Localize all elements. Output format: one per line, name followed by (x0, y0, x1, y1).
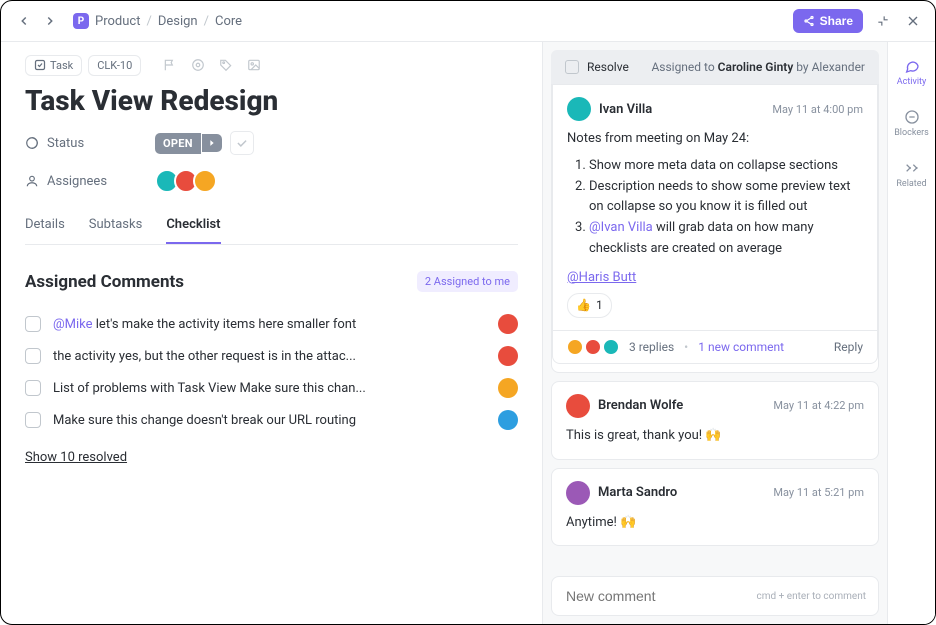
checkbox[interactable] (25, 380, 41, 396)
assigned-comment-item[interactable]: Make sure this change doesn't break our … (25, 404, 518, 436)
reply-link[interactable]: Reply (834, 340, 863, 354)
avatar (566, 394, 590, 418)
avatar (603, 339, 619, 355)
related-icon (904, 160, 920, 176)
person-icon (25, 174, 39, 188)
assigned-count-badge[interactable]: 2 Assigned to me (417, 271, 518, 292)
collapse-icon[interactable] (873, 11, 893, 31)
avatar (585, 339, 601, 355)
tab-details[interactable]: Details (25, 207, 65, 244)
breadcrumb-item[interactable]: Design (158, 14, 198, 29)
checkbox[interactable] (25, 348, 41, 364)
status-icon (25, 136, 39, 150)
avatar (567, 339, 583, 355)
image-icon[interactable] (243, 54, 265, 76)
avatar (566, 481, 590, 505)
chat-icon (904, 58, 920, 74)
breadcrumb-item[interactable]: Product (95, 14, 140, 29)
close-icon[interactable] (903, 11, 923, 31)
comment: Ivan Villa May 11 at 4:00 pm Notes from … (552, 85, 878, 331)
show-resolved-link[interactable]: Show 10 resolved (25, 450, 127, 465)
breadcrumb-item[interactable]: Core (215, 14, 242, 29)
composer-hint: cmd + enter to comment (757, 591, 866, 602)
task-icon (34, 59, 46, 71)
nav-forward-button[interactable] (39, 10, 61, 32)
status-next-button[interactable] (202, 134, 222, 152)
complete-button[interactable] (230, 131, 254, 155)
tab-subtasks[interactable]: Subtasks (89, 207, 143, 244)
tag-icon[interactable] (215, 54, 237, 76)
comment: Marta Sandro May 11 at 5:21 pm Anytime! … (551, 468, 879, 547)
checkbox[interactable] (25, 316, 41, 332)
checkbox[interactable] (25, 412, 41, 428)
avatar (498, 346, 518, 366)
avatar (193, 169, 217, 193)
mention-link[interactable]: @Haris Butt (567, 270, 636, 285)
share-button[interactable]: Share (793, 9, 863, 33)
comment-time: May 11 at 5:21 pm (773, 486, 864, 499)
comment-author: Marta Sandro (598, 485, 677, 500)
status-label: Status (25, 136, 155, 151)
flag-icon[interactable] (159, 54, 181, 76)
assigned-comment-item[interactable]: @Mike let's make the activity items here… (25, 308, 518, 340)
nav-back-button[interactable] (13, 10, 35, 32)
rail-related[interactable]: Related (888, 154, 935, 195)
thread-header: Resolve Assigned to Caroline Ginty by Al… (551, 50, 879, 84)
page-title[interactable]: Task View Redesign (25, 84, 518, 117)
avatar (498, 410, 518, 430)
reaction-button[interactable]: 👍 1 (567, 293, 612, 318)
space-icon: P (73, 13, 89, 29)
resolve-checkbox[interactable] (565, 60, 579, 74)
new-comment-input[interactable] (564, 587, 745, 605)
breadcrumb: P Product / Design / Core (73, 13, 242, 29)
comment-author: Brendan Wolfe (598, 398, 683, 413)
assignees-label: Assignees (25, 174, 155, 189)
sprint-icon[interactable] (187, 54, 209, 76)
task-type-chip[interactable]: Task (25, 55, 82, 76)
share-icon (803, 15, 815, 27)
avatar (498, 314, 518, 334)
comment-time: May 11 at 4:00 pm (772, 103, 863, 116)
comment-author: Ivan Villa (599, 102, 652, 117)
thread-assigned-to: Assigned to Caroline Ginty by Alexander (651, 60, 865, 74)
comment-time: May 11 at 4:22 pm (773, 399, 864, 412)
comment: Brendan Wolfe May 11 at 4:22 pm This is … (551, 381, 879, 460)
replies-bar[interactable]: 3 replies • 1 new comment Reply (552, 331, 878, 364)
rail-activity[interactable]: Activity (888, 52, 935, 93)
assigned-comment-item[interactable]: List of problems with Task View Make sur… (25, 372, 518, 404)
rail-blockers[interactable]: Blockers (888, 103, 935, 144)
resolve-label[interactable]: Resolve (587, 60, 629, 74)
block-icon (904, 109, 920, 125)
avatar (498, 378, 518, 398)
status-dropdown[interactable]: OPEN (155, 133, 222, 154)
assignee-avatars[interactable] (155, 169, 217, 193)
task-id-chip[interactable]: CLK-10 (88, 55, 141, 76)
tab-checklist[interactable]: Checklist (166, 207, 220, 244)
assigned-comments-heading: Assigned Comments (25, 272, 184, 292)
avatar (567, 97, 591, 121)
assigned-comment-item[interactable]: the activity yes, but the other request … (25, 340, 518, 372)
